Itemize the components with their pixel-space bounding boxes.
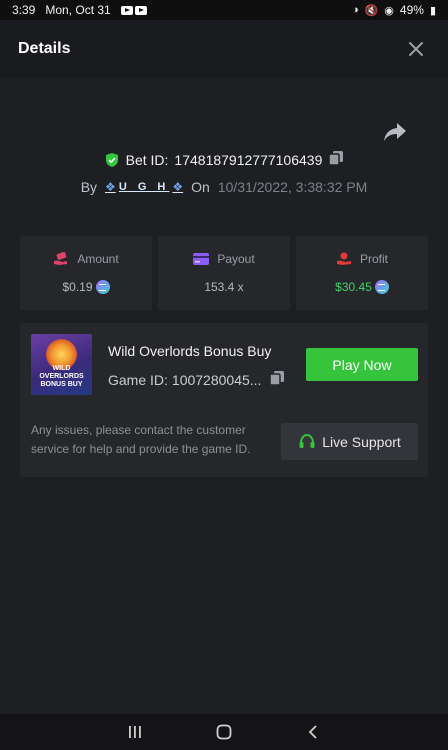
mute-icon: 🔇 <box>364 4 379 17</box>
money-hand-icon <box>54 252 68 265</box>
home-button[interactable] <box>210 718 238 746</box>
bet-by-row: By ❖ U G H ❖ On 10/31/2022, 3:38:32 PM <box>0 179 448 195</box>
bet-id-value: 1748187912777106439 <box>174 151 323 168</box>
close-icon <box>409 42 423 56</box>
support-note: Any issues, please contact the customer … <box>31 423 251 456</box>
battery-icon: ▮ <box>429 4 436 17</box>
profit-hand-icon <box>336 252 351 265</box>
wave-emoji-icon: ❖ <box>105 180 116 194</box>
username-text: U G H <box>118 181 170 193</box>
stat-value: $0.19 <box>62 280 93 294</box>
thumbnail-title: WILD OVERLORDS BONUS BUY <box>39 365 84 388</box>
youtube-notification-icon <box>120 5 147 15</box>
battery-saver-icon: ◑ <box>351 4 359 16</box>
card-icon <box>193 253 210 265</box>
details-header: Details <box>0 20 448 78</box>
stat-profit: Profit $30.45 <box>296 236 428 310</box>
game-id-row: Game ID: 1007280045... <box>108 370 285 389</box>
status-date: Mon, Oct 31 <box>45 3 111 17</box>
play-now-button[interactable]: Play Now <box>306 348 418 381</box>
wave-emoji-icon: ❖ <box>172 180 184 194</box>
status-time: 3:39 <box>12 3 36 17</box>
live-support-button[interactable]: Live Support <box>281 423 418 460</box>
copy-game-id-button[interactable] <box>269 370 285 389</box>
bet-date: 10/31/2022, 3:38:32 PM <box>217 179 368 195</box>
on-label: On <box>191 179 210 195</box>
by-label: By <box>80 179 98 195</box>
stat-value: 153.4 x <box>204 280 244 294</box>
bet-id-label: Bet ID: <box>125 151 169 168</box>
share-button[interactable] <box>383 122 407 142</box>
stat-value: $30.45 <box>335 280 372 294</box>
copy-icon <box>269 371 285 386</box>
game-card: WILD OVERLORDS BONUS BUY Wild Overlords … <box>20 323 428 477</box>
bet-stats: Amount $0.19 Payout 153.4 x Profit $30.4… <box>20 236 428 310</box>
system-nav-bar <box>0 714 448 750</box>
recents-button[interactable] <box>121 718 149 746</box>
status-bar: 3:39 Mon, Oct 31 ◑ 🔇 ◉ 49% ▮ <box>0 0 448 20</box>
back-button[interactable] <box>299 718 327 746</box>
wifi-icon: ◉ <box>384 4 394 17</box>
share-icon <box>384 123 406 141</box>
game-id-label: Game ID: <box>108 371 168 388</box>
recents-icon <box>128 726 141 738</box>
stat-label: Amount <box>77 252 119 266</box>
bet-id-row: Bet ID: 1748187912777106439 <box>0 150 448 169</box>
live-support-label: Live Support <box>322 433 401 450</box>
username-link[interactable]: ❖ U G H ❖ <box>105 180 183 194</box>
game-name: Wild Overlords Bonus Buy <box>108 343 272 359</box>
headset-icon <box>299 433 315 448</box>
verified-shield-icon <box>105 152 118 167</box>
close-button[interactable] <box>402 35 430 63</box>
game-id-value: 1007280045... <box>171 371 262 388</box>
coin-icon <box>95 280 110 294</box>
page-title: Details <box>18 40 71 57</box>
copy-icon <box>328 151 344 166</box>
stat-amount: Amount $0.19 <box>20 236 152 310</box>
home-icon <box>216 724 232 740</box>
stat-payout: Payout 153.4 x <box>158 236 290 310</box>
game-thumbnail[interactable]: WILD OVERLORDS BONUS BUY <box>31 334 92 395</box>
back-icon <box>309 725 317 739</box>
coin-icon <box>374 280 389 294</box>
battery-percent: 49% <box>399 3 424 17</box>
stat-label: Profit <box>359 252 388 266</box>
copy-bet-id-button[interactable] <box>328 150 344 169</box>
stat-label: Payout <box>217 252 255 266</box>
